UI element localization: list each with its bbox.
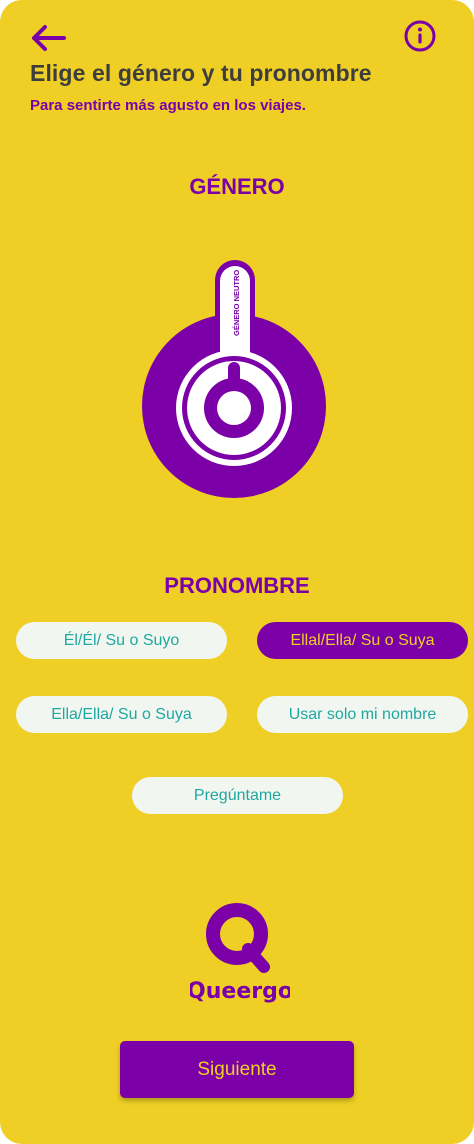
pronoun-option-ellal[interactable]: Ellal/Ella/ Su o Suya bbox=[257, 622, 468, 659]
pronoun-option-name-only[interactable]: Usar solo mi nombre bbox=[257, 696, 468, 733]
gender-icon-label: GÉNERO NEUTRO bbox=[232, 270, 241, 336]
brand-name: Queergo bbox=[190, 979, 290, 1004]
brand-logo: Queergo bbox=[187, 900, 293, 1012]
gender-neutral-symbol-icon: GÉNERO NEUTRO bbox=[142, 260, 326, 498]
pronoun-option-ella[interactable]: Ella/Ella/ Su o Suya bbox=[16, 696, 227, 733]
queergo-q-logo-icon: Queergo bbox=[187, 903, 293, 1004]
next-button[interactable]: Siguiente bbox=[120, 1041, 354, 1098]
page-title: Elige el género y tu pronombre bbox=[30, 60, 372, 86]
info-circle-icon bbox=[404, 20, 436, 52]
gender-pronoun-screen: Elige el género y tu pronombre Para sent… bbox=[0, 0, 474, 1144]
pronoun-heading: PRONOMBRE bbox=[164, 573, 310, 598]
arrow-left-icon bbox=[32, 25, 66, 51]
pronoun-option-el[interactable]: Él/Él/ Su o Suyo bbox=[16, 622, 227, 659]
pronoun-option-ask-me[interactable]: Pregúntame bbox=[132, 777, 343, 814]
info-button[interactable] bbox=[402, 18, 438, 54]
page-subtitle: Para sentirte más agusto en los viajes. bbox=[30, 97, 306, 114]
back-button[interactable] bbox=[28, 22, 70, 54]
gender-heading: GÉNERO bbox=[189, 174, 285, 199]
gender-selector[interactable]: GÉNERO NEUTRO bbox=[140, 258, 330, 502]
